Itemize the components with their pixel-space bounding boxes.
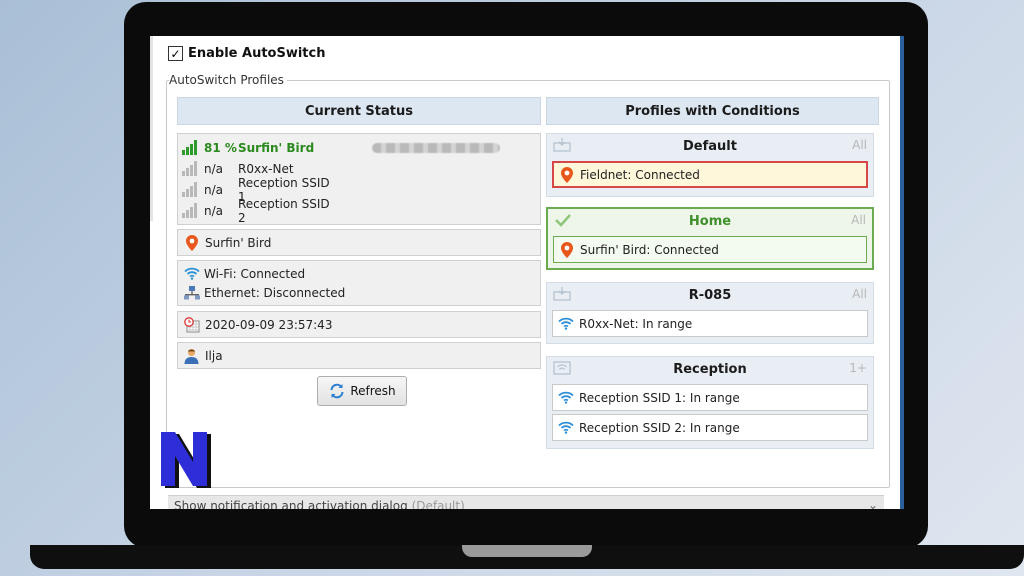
refresh-label: Refresh <box>350 384 396 398</box>
location-box: Surfin' Bird <box>177 229 541 256</box>
connection-box: Wi-Fi: Connected Ethernet: Disconnected <box>177 260 541 306</box>
condition-text: Reception SSID 2: In range <box>579 420 740 435</box>
network-name: Reception SSID 2 <box>238 196 330 225</box>
signal-value: 81 % <box>204 140 237 155</box>
signal-value: n/a <box>204 182 224 197</box>
notification-option-hint: (Default) <box>411 499 465 509</box>
profile-default-icon <box>553 138 571 156</box>
profile-home[interactable]: Home All Surfin' Bird: Connected <box>546 207 874 270</box>
network-row: 81 % Surfin' Bird <box>178 137 540 158</box>
profile-condition[interactable]: Surfin' Bird: Connected <box>553 236 867 263</box>
refresh-icon <box>328 383 345 400</box>
condition-text: R0xx-Net: In range <box>579 316 693 331</box>
profile-badge: All <box>852 138 867 152</box>
profile-condition[interactable]: Reception SSID 1: In range <box>552 384 868 411</box>
enable-autoswitch-label: Enable AutoSwitch <box>188 46 326 61</box>
user-icon <box>183 347 200 364</box>
profile-name: Home <box>688 213 732 229</box>
enable-autoswitch-row[interactable]: ✓ Enable AutoSwitch <box>168 46 325 61</box>
ethernet-row: Ethernet: Disconnected <box>178 283 540 302</box>
wifi-profile-icon <box>553 361 571 379</box>
user-name: Ilja <box>205 348 223 363</box>
profile-name: R-085 <box>688 287 732 303</box>
ethernet-status: Ethernet: Disconnected <box>204 285 346 300</box>
profiles-group-label: AutoSwitch Profiles <box>169 73 287 87</box>
network-row: n/a Reception SSID 1 <box>178 176 540 204</box>
signal-value: n/a <box>204 161 224 176</box>
wifi-icon <box>183 265 200 282</box>
scrollbar[interactable] <box>900 36 904 509</box>
location-pin-icon <box>558 166 575 183</box>
signal-icon <box>182 140 200 155</box>
notification-option-label: Show notification and activation dialog <box>174 499 408 509</box>
profile-badge: All <box>852 287 867 301</box>
network-row: n/a Reception SSID 2 <box>178 197 540 225</box>
location-pin-icon <box>183 234 200 251</box>
profile-reception[interactable]: Reception 1+ Reception SSID 1: In range … <box>546 356 874 449</box>
profile-condition[interactable]: Reception SSID 2: In range <box>552 414 868 441</box>
network-list: 81 % Surfin' Bird n/a R0xx-Net n/a Recep… <box>177 133 541 225</box>
channel-logo-icon <box>161 432 211 488</box>
condition-text: Surfin' Bird: Connected <box>580 242 719 257</box>
datetime-value: 2020-09-09 23:57:43 <box>205 317 333 332</box>
network-name: R0xx-Net <box>238 161 294 176</box>
profile-condition[interactable]: R0xx-Net: In range <box>552 310 868 337</box>
wifi-icon <box>557 389 574 406</box>
current-status-header: Current Status <box>177 97 541 125</box>
app-window: ✓ Enable AutoSwitch AutoSwitch Profiles … <box>150 36 904 509</box>
profile-badge: 1+ <box>849 361 867 375</box>
laptop-notch <box>462 545 592 557</box>
profile-name: Reception <box>673 361 747 377</box>
signal-icon <box>182 182 200 197</box>
profile-condition[interactable]: Fieldnet: Connected <box>552 161 868 188</box>
location-pin-icon <box>558 241 575 258</box>
profile-header: Reception 1+ <box>547 357 873 381</box>
profile-name: Default <box>683 138 737 154</box>
blurred-bssid <box>372 142 500 153</box>
datetime-box: 2020-09-09 23:57:43 <box>177 311 541 338</box>
condition-text: Reception SSID 1: In range <box>579 390 740 405</box>
profile-default[interactable]: Default All Fieldnet: Connected <box>546 133 874 197</box>
chevron-down-icon[interactable]: ⌄ <box>868 498 878 509</box>
notification-option-bar[interactable]: Show notification and activation dialog … <box>168 495 884 509</box>
profile-header: R-085 All <box>547 283 873 307</box>
profile-default-icon <box>553 287 571 305</box>
wifi-row: Wi-Fi: Connected <box>178 264 540 283</box>
wifi-status: Wi-Fi: Connected <box>204 266 306 281</box>
ethernet-icon <box>183 284 200 301</box>
refresh-button[interactable]: Refresh <box>317 376 407 406</box>
clock-calendar-icon <box>183 316 200 333</box>
enable-autoswitch-checkbox[interactable]: ✓ <box>168 46 183 61</box>
profile-header: Default All <box>547 134 873 158</box>
wifi-icon <box>557 315 574 332</box>
profile-badge: All <box>851 213 866 227</box>
signal-icon <box>182 203 200 218</box>
network-row: n/a R0xx-Net <box>178 158 540 179</box>
condition-text: Fieldnet: Connected <box>580 167 700 182</box>
wifi-icon <box>557 419 574 436</box>
location-name: Surfin' Bird <box>205 235 272 250</box>
checkmark-icon <box>554 213 572 231</box>
profiles-header: Profiles with Conditions <box>546 97 879 125</box>
left-edge <box>150 36 153 221</box>
user-box: Ilja <box>177 342 541 369</box>
profile-header: Home All <box>548 209 872 233</box>
profile-r-085[interactable]: R-085 All R0xx-Net: In range <box>546 282 874 344</box>
signal-icon <box>182 161 200 176</box>
network-name: Surfin' Bird <box>238 140 315 155</box>
signal-value: n/a <box>204 203 224 218</box>
